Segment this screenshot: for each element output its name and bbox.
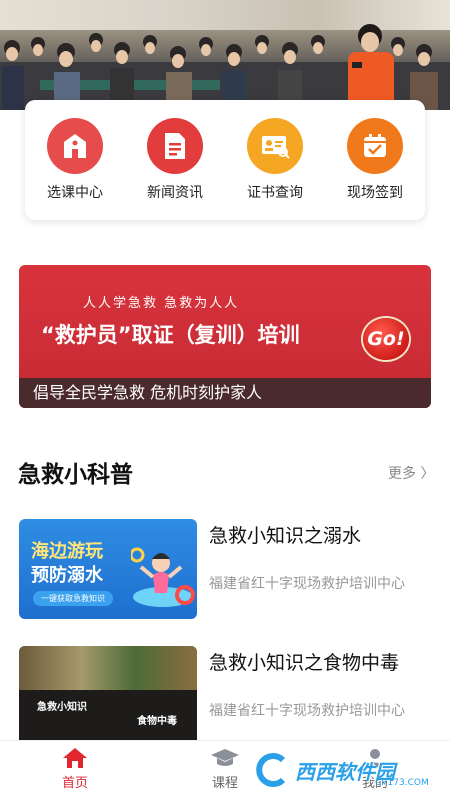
menu-label: 证书查询 xyxy=(247,185,303,201)
banner-headline: “救护员”取证（复训）培训 xyxy=(41,323,300,347)
banner-tagline: 人人学急救 急救为人人 xyxy=(83,296,240,311)
go-badge-icon[interactable]: Go! xyxy=(363,318,409,360)
thumb-label-right: 食物中毒 xyxy=(137,716,177,727)
certificate-search-icon xyxy=(247,118,303,174)
menu-item-course-center[interactable]: 选课中心 xyxy=(30,118,120,202)
menu-item-onsite-checkin[interactable]: 现场签到 xyxy=(330,118,420,202)
article-thumbnail: 急救小知识 食物中毒 xyxy=(19,646,197,746)
school-icon xyxy=(47,118,103,174)
promo-banner[interactable]: 人人学急救 急救为人人 “救护员”取证（复训）培训 Go! 倡导全民学急救 危机… xyxy=(19,265,431,408)
document-icon xyxy=(147,118,203,174)
audience-crowd-illustration xyxy=(0,24,450,110)
banner-footer: 倡导全民学急救 危机时刻护家人 xyxy=(19,378,431,408)
watermark-logo: 西西软件园 CR173.COM xyxy=(255,748,435,792)
article-source: 福建省红十字现场救护培训中心 xyxy=(209,576,405,592)
tab-home[interactable]: 首页 xyxy=(0,741,150,800)
article-title: 急救小知识之食物中毒 xyxy=(209,652,400,674)
food-photo xyxy=(19,646,197,690)
menu-label: 现场签到 xyxy=(347,185,403,201)
article-item[interactable]: 海边游玩 预防溺水 一键获取急救知识 急救小知识之溺水 福建省红十字现场救护培训… xyxy=(19,519,431,619)
watermark-c-icon xyxy=(256,753,286,787)
tab-label: 首页 xyxy=(61,776,88,791)
article-source: 福建省红十字现场救护培训中心 xyxy=(209,703,405,719)
thumb-title-line2: 预防溺水 xyxy=(31,565,103,586)
menu-label: 新闻资讯 xyxy=(147,185,203,201)
quick-menu-card: 选课中心 新闻资讯 证书查询 现场签到 xyxy=(25,100,425,220)
menu-item-news[interactable]: 新闻资讯 xyxy=(130,118,220,202)
menu-label: 选课中心 xyxy=(47,185,103,201)
tab-label: 课程 xyxy=(211,776,238,791)
home-icon xyxy=(63,748,87,768)
hero-photo xyxy=(0,0,450,110)
watermark-sub: CR173.COM xyxy=(375,778,429,788)
article-item[interactable]: 急救小知识 食物中毒 急救小知识之食物中毒 福建省红十字现场救护培训中心 xyxy=(19,646,431,746)
more-link[interactable]: 更多 〉 xyxy=(388,463,434,483)
thumb-button: 一键获取急救知识 xyxy=(33,591,113,606)
calendar-check-icon xyxy=(347,118,403,174)
swimmer-illustration xyxy=(131,547,195,607)
article-title: 急救小知识之溺水 xyxy=(209,525,362,547)
thumb-title-line1: 海边游玩 xyxy=(31,541,103,562)
section-title: 急救小科普 xyxy=(18,462,133,488)
menu-item-certificate-query[interactable]: 证书查询 xyxy=(230,118,320,202)
graduation-cap-icon xyxy=(211,749,239,766)
thumb-label-left: 急救小知识 xyxy=(37,702,87,713)
article-thumbnail: 海边游玩 预防溺水 一键获取急救知识 xyxy=(19,519,197,619)
